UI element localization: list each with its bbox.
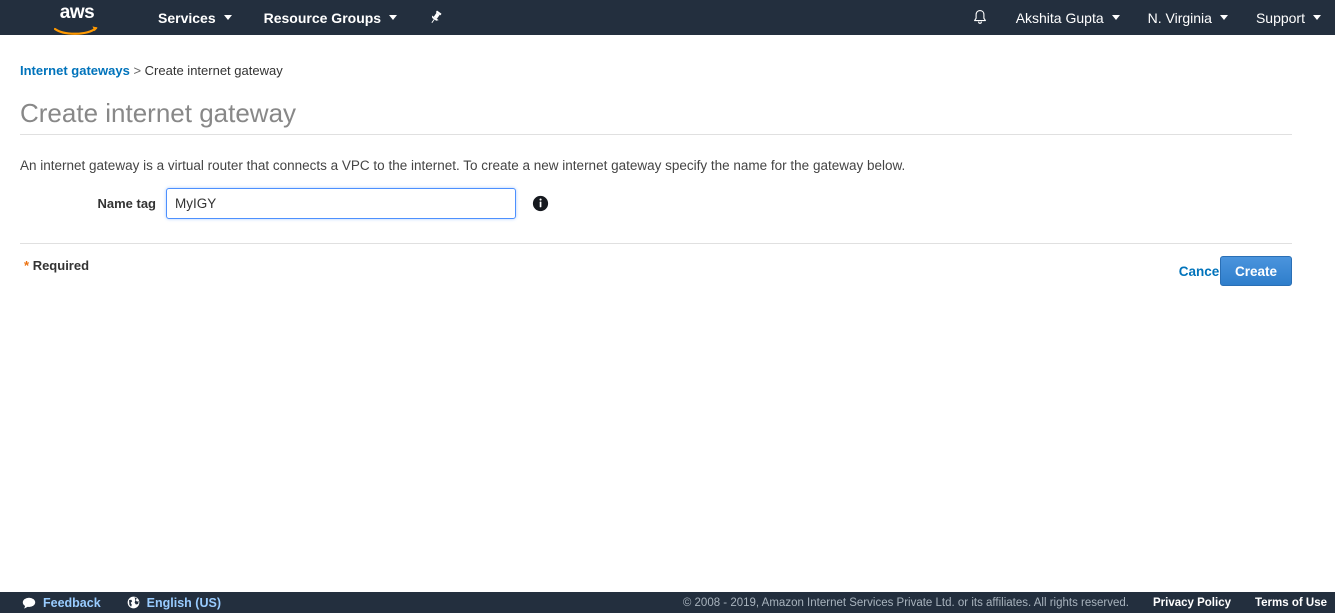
breadcrumb-link-internet-gateways[interactable]: Internet gateways [20, 63, 130, 78]
chevron-down-icon [389, 15, 398, 20]
pin-icon[interactable] [428, 10, 443, 25]
name-tag-form-row: Name tag [0, 188, 1292, 219]
language-selector[interactable]: English (US) [127, 596, 221, 610]
chevron-down-icon [223, 15, 232, 20]
terms-of-use-link[interactable]: Terms of Use [1255, 597, 1327, 609]
nav-resource-groups-label: Resource Groups [263, 9, 382, 26]
chevron-down-icon [1219, 15, 1228, 20]
copyright-text: © 2008 - 2019, Amazon Internet Services … [682, 596, 1129, 609]
bell-icon[interactable] [958, 9, 1002, 26]
cancel-button[interactable]: Cancel [1179, 264, 1223, 279]
language-label: English (US) [146, 595, 221, 610]
nav-right-group: Akshita Gupta N. Virginia Support [958, 0, 1335, 35]
title-divider [20, 134, 1292, 135]
nav-resource-groups[interactable]: Resource Groups [255, 0, 406, 35]
globe-icon [127, 596, 140, 609]
speech-bubble-icon [22, 597, 36, 609]
required-text: Required [32, 258, 90, 273]
name-tag-label: Name tag [97, 196, 156, 211]
actions-divider [20, 243, 1292, 244]
nav-region-label: N. Virginia [1147, 9, 1212, 26]
chevron-down-icon [1111, 15, 1120, 20]
page-title: Create internet gateway [20, 98, 297, 128]
nav-support-label: Support [1255, 9, 1305, 26]
info-icon[interactable] [532, 195, 549, 212]
nav-account-label: Akshita Gupta [1015, 9, 1104, 26]
breadcrumb-current: Create internet gateway [144, 63, 283, 78]
breadcrumb-separator: > [133, 63, 142, 78]
nav-services-label: Services [158, 9, 216, 26]
nav-support-menu[interactable]: Support [1242, 0, 1335, 35]
required-asterisk: * [24, 258, 30, 273]
feedback-label: Feedback [43, 595, 101, 610]
aws-logo[interactable]: aws [48, 1, 106, 35]
nav-region-menu[interactable]: N. Virginia [1134, 0, 1242, 35]
footer-bar: Feedback English (US) © 2008 - 2019, Ama… [0, 592, 1335, 613]
nav-account-menu[interactable]: Akshita Gupta [1002, 0, 1134, 35]
chevron-down-icon [1313, 15, 1321, 20]
aws-logo-wordmark: aws [59, 1, 95, 23]
feedback-button[interactable]: Feedback [22, 596, 101, 610]
create-button[interactable]: Create [1219, 256, 1292, 286]
name-tag-input[interactable] [166, 188, 516, 219]
nav-services[interactable]: Services [149, 0, 241, 35]
required-note: * Required [24, 258, 89, 273]
aws-logo-swoosh-icon [48, 22, 106, 35]
privacy-policy-link[interactable]: Privacy Policy [1153, 597, 1231, 609]
breadcrumb: Internet gateways > Create internet gate… [20, 63, 283, 78]
page-description: An internet gateway is a virtual router … [20, 158, 906, 173]
top-navigation-bar: aws Services Resource Groups Akshita Gup… [0, 0, 1335, 35]
